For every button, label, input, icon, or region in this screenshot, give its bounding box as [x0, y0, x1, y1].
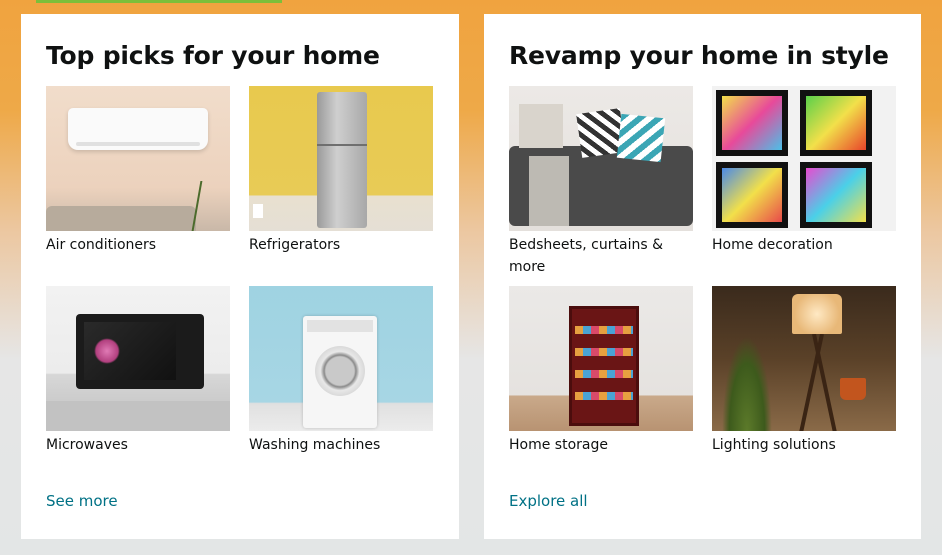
shoe-rack-image[interactable] — [509, 286, 693, 431]
tile-refrigerators[interactable]: Refrigerators — [249, 86, 433, 256]
explore-all-link[interactable]: Explore all — [509, 492, 588, 510]
tile-bedsheets-curtains[interactable]: Bedsheets, curtains & more — [509, 86, 693, 278]
tile-home-decoration[interactable]: Home decoration — [712, 86, 896, 256]
tile-label[interactable]: Bedsheets, curtains & more — [509, 234, 693, 278]
tile-label[interactable]: Refrigerators — [249, 234, 433, 256]
top-picks-card: Top picks for your home Air conditioners… — [21, 14, 459, 539]
revamp-home-card: Revamp your home in style Bedsheets, cur… — [484, 14, 921, 539]
tile-label[interactable]: Home decoration — [712, 234, 896, 256]
refrigerator-image[interactable] — [249, 86, 433, 231]
card-title: Revamp your home in style — [509, 41, 889, 70]
tile-label[interactable]: Air conditioners — [46, 234, 230, 256]
tile-microwaves[interactable]: Microwaves — [46, 286, 230, 456]
floor-lamp-image[interactable] — [712, 286, 896, 431]
air-conditioner-image[interactable] — [46, 86, 230, 231]
wall-frames-image[interactable] — [712, 86, 896, 231]
tile-washing-machines[interactable]: Washing machines — [249, 286, 433, 456]
sofa-cushions-image[interactable] — [509, 86, 693, 231]
tile-label[interactable]: Washing machines — [249, 434, 433, 456]
tile-label[interactable]: Lighting solutions — [712, 434, 896, 456]
top-banner-strip — [36, 0, 282, 3]
tile-lighting-solutions[interactable]: Lighting solutions — [712, 286, 896, 456]
tile-air-conditioners[interactable]: Air conditioners — [46, 86, 230, 256]
tile-label[interactable]: Home storage — [509, 434, 693, 456]
washing-machine-image[interactable] — [249, 286, 433, 431]
microwave-image[interactable] — [46, 286, 230, 431]
card-title: Top picks for your home — [46, 41, 380, 70]
tile-home-storage[interactable]: Home storage — [509, 286, 693, 456]
see-more-link[interactable]: See more — [46, 492, 118, 510]
tile-label[interactable]: Microwaves — [46, 434, 230, 456]
